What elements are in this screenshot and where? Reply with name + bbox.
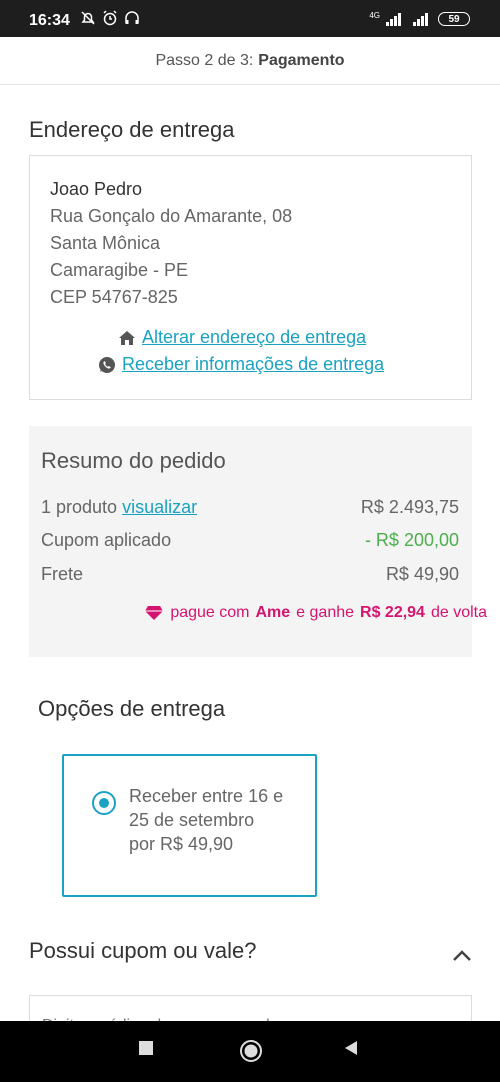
delivery-option-line2: 25 de setembro: [129, 810, 255, 830]
change-address-link[interactable]: Alterar endereço de entrega: [118, 327, 366, 348]
coupon-discount-value: - R$ 200,00: [364, 530, 459, 550]
view-products-link[interactable]: visualizar: [122, 497, 197, 517]
alarm-icon: [103, 10, 117, 26]
status-bar: 16:34 4G 59: [0, 0, 500, 37]
system-nav-bar: [0, 1021, 500, 1082]
battery-icon: 59: [438, 12, 470, 26]
whatsapp-icon: [99, 356, 115, 373]
whatsapp-delivery-link[interactable]: Receber informações de entrega: [98, 354, 384, 375]
ame-cashback-banner: pague com Ame e ganhe R$ 22,94 de volta: [144, 604, 487, 622]
ame-prefix: pague com: [170, 604, 250, 621]
delivery-option-text: Receber entre 16 e 25 de setembro por R$…: [129, 784, 304, 856]
address-section-title: Endereço de entrega: [29, 117, 235, 142]
signal-icon-2: [413, 12, 428, 26]
summary-shipping-row: Frete R$ 49,90: [41, 564, 459, 585]
summary-products-row: 1 produto visualizar R$ 2.493,75: [41, 497, 459, 518]
ame-heart-icon: [145, 606, 164, 620]
address-card: Joao Pedro Rua Gonçalo do Amarante, 08 S…: [29, 155, 472, 400]
order-summary-title: Resumo do pedido: [41, 448, 226, 473]
recipient-name: Joao Pedro: [50, 179, 143, 199]
recent-apps-button[interactable]: [138, 1040, 154, 1056]
ame-cashback-amount: R$ 22,94: [360, 604, 425, 621]
delivery-option-radio[interactable]: [92, 791, 116, 815]
change-address-label[interactable]: Alterar endereço de entrega: [142, 327, 366, 348]
status-time: 16:34: [29, 12, 70, 29]
ame-suffix: de volta: [430, 604, 487, 621]
back-button[interactable]: [343, 1040, 359, 1056]
delivery-option-line3: por R$ 49,90: [129, 834, 234, 854]
summary-coupon-row: Cupom aplicado - R$ 200,00: [41, 530, 459, 551]
home-icon: [119, 330, 135, 345]
delivery-option-line1: Receber entre 16 e: [129, 786, 284, 806]
products-total-value: R$ 2.493,75: [360, 497, 459, 517]
shipping-value: R$ 49,90: [385, 564, 459, 584]
whatsapp-delivery-label[interactable]: Receber informações de entrega: [122, 354, 384, 375]
checkout-step-header: Passo 2 de 3: Pagamento: [0, 37, 500, 85]
signal-icon: [386, 12, 401, 26]
ame-brand: Ame: [255, 604, 291, 621]
address-street: Rua Gonçalo do Amarante, 08: [50, 206, 293, 226]
shipping-label: Frete: [41, 564, 84, 584]
step-prefix: Passo 2 de 3:: [155, 51, 254, 69]
products-count-label: 1 produto: [41, 497, 118, 517]
network-type-label: 4G: [369, 10, 380, 20]
coupon-applied-label: Cupom aplicado: [41, 530, 172, 550]
address-district: Santa Mônica: [50, 233, 161, 253]
delivery-options-title: Opções de entrega: [38, 696, 226, 721]
mute-notifications-icon: [81, 11, 95, 25]
step-name: Pagamento: [258, 51, 345, 69]
delivery-option-card[interactable]: Receber entre 16 e 25 de setembro por R$…: [62, 754, 317, 897]
address-zip: CEP 54767-825: [50, 287, 178, 307]
headphones-icon: [125, 11, 139, 24]
coupon-section-title: Possui cupom ou vale?: [29, 938, 257, 963]
address-city: Camaragibe - PE: [50, 260, 189, 280]
ame-middle: e ganhe: [296, 604, 355, 621]
home-button[interactable]: [239, 1039, 263, 1063]
chevron-up-icon[interactable]: [450, 945, 474, 965]
